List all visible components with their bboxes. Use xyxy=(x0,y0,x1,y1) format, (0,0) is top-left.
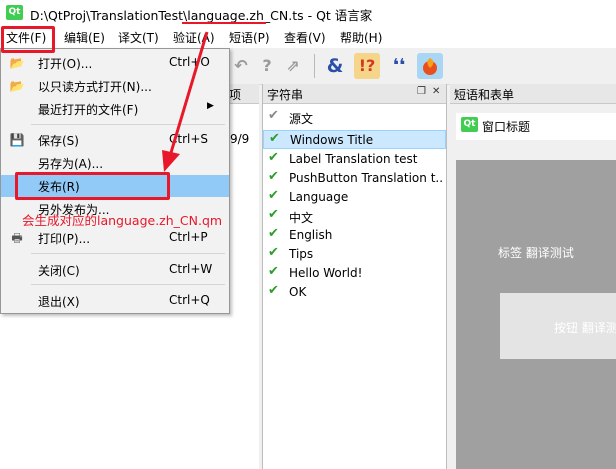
save-disk-icon: 💾 xyxy=(9,133,25,147)
folder-open-icon: 📂 xyxy=(9,56,25,70)
float-icon[interactable]: ❐ xyxy=(417,86,426,97)
annotation-box-file-menu xyxy=(1,26,55,53)
string-row[interactable]: ✔ Tips xyxy=(263,245,444,264)
checkmark-icon: ✔ xyxy=(268,188,279,203)
close-icon[interactable]: ✕ xyxy=(432,86,440,97)
menu-separator xyxy=(31,253,225,254)
checkmark-icon: ✔ xyxy=(268,169,279,184)
string-row[interactable]: ✔ English xyxy=(263,226,444,245)
form-button-label: 按钮 翻译测 xyxy=(554,321,616,335)
question-arrow-icon[interactable]: ⇗ xyxy=(280,53,306,79)
quote-phrase-icon[interactable]: ❛❛ xyxy=(386,53,412,79)
undo-arrow-icon[interactable]: ↶ xyxy=(228,53,254,79)
question-check-icon[interactable]: ? xyxy=(254,53,280,79)
string-row[interactable]: ✔ Language xyxy=(263,188,444,207)
string-row[interactable]: ✔ OK xyxy=(263,283,444,302)
checkmark-icon: ✔ xyxy=(268,150,279,165)
menu-help[interactable]: 帮助(H) xyxy=(340,29,382,46)
qt-logo-icon: Qt xyxy=(461,117,478,132)
menu-bar: 文件(F) 编辑(E) 译文(T) 验证(A) 短语(P) 查看(V) 帮助(H… xyxy=(0,26,616,48)
menu-item-exit[interactable]: 退出(X) Ctrl+Q xyxy=(1,290,229,312)
string-row[interactable]: ✔ Windows Title xyxy=(263,130,446,149)
context-count: 9/9 xyxy=(230,132,250,146)
annotation-text: 会生成对应的language.zh_CN.qm xyxy=(22,213,223,228)
placeholder-check-icon[interactable] xyxy=(417,53,443,79)
form-menu-area xyxy=(456,140,616,160)
printer-icon: 🖶 xyxy=(11,231,23,245)
form-push-button[interactable]: 按钮 翻译测 xyxy=(500,293,616,359)
menu-separator xyxy=(31,284,225,285)
checkmark-icon: ✔ xyxy=(268,226,279,241)
form-title-bar: Qt 窗口标题 xyxy=(456,113,616,140)
context-column-header: 项 xyxy=(229,88,242,102)
string-row[interactable]: ✔ Label Translation test xyxy=(263,150,444,169)
checkmark-icon: ✔ xyxy=(268,245,279,260)
menu-item-print[interactable]: 🖶 打印(P)... Ctrl+P xyxy=(1,227,229,249)
strings-panel-title: 字符串 xyxy=(267,88,304,102)
menu-item-close[interactable]: 关闭(C) Ctrl+W xyxy=(1,259,229,281)
folder-open-icon: 📂 xyxy=(9,79,25,93)
title-bar: Qt D:\QtProj\TranslationTest\language.zh… xyxy=(0,0,616,26)
menu-edit[interactable]: 编辑(E) xyxy=(64,29,105,46)
toolbar-separator xyxy=(314,54,315,78)
annotation-arrow xyxy=(162,31,209,172)
ampersand-accelerator-icon[interactable]: & xyxy=(322,53,348,79)
checkmark-icon: ✔ xyxy=(268,207,279,222)
checkmark-icon: ✔ xyxy=(268,264,279,279)
annotation-underline xyxy=(182,22,266,24)
phrases-panel-title: 短语和表单 xyxy=(454,88,515,102)
qt-logo-icon: Qt xyxy=(6,5,23,20)
form-title: 窗口标题 xyxy=(482,120,531,134)
menu-phrases[interactable]: 短语(P) xyxy=(229,29,270,46)
checkmark-icon: ✔ xyxy=(268,283,279,298)
string-row[interactable]: ✔ 中文 xyxy=(263,207,444,226)
checkmark-icon: ✔ xyxy=(268,108,279,123)
form-label: 标签 翻译测试 xyxy=(498,246,574,260)
strings-panel-header: 字符串 ❐ ✕ xyxy=(263,84,446,104)
form-preview: Qt 窗口标题 标签 翻译测试 按钮 翻译测 xyxy=(456,113,616,469)
checkmark-icon: ✔ xyxy=(269,131,280,146)
string-row[interactable]: ✔ Hello World! xyxy=(263,264,444,283)
phrases-panel-header: 短语和表单 xyxy=(450,84,616,104)
source-column-header[interactable]: ✔ 源文 xyxy=(263,108,444,127)
menu-view[interactable]: 查看(V) xyxy=(284,29,326,46)
annotation-box-release xyxy=(15,172,170,200)
strings-panel: 字符串 ❐ ✕ ✔ 源文 ✔ Windows Title ✔ Label Tra… xyxy=(262,84,447,469)
string-row[interactable]: ✔ PushButton Translation t... xyxy=(263,169,444,188)
punctuation-warning-icon[interactable]: !? xyxy=(354,53,380,79)
